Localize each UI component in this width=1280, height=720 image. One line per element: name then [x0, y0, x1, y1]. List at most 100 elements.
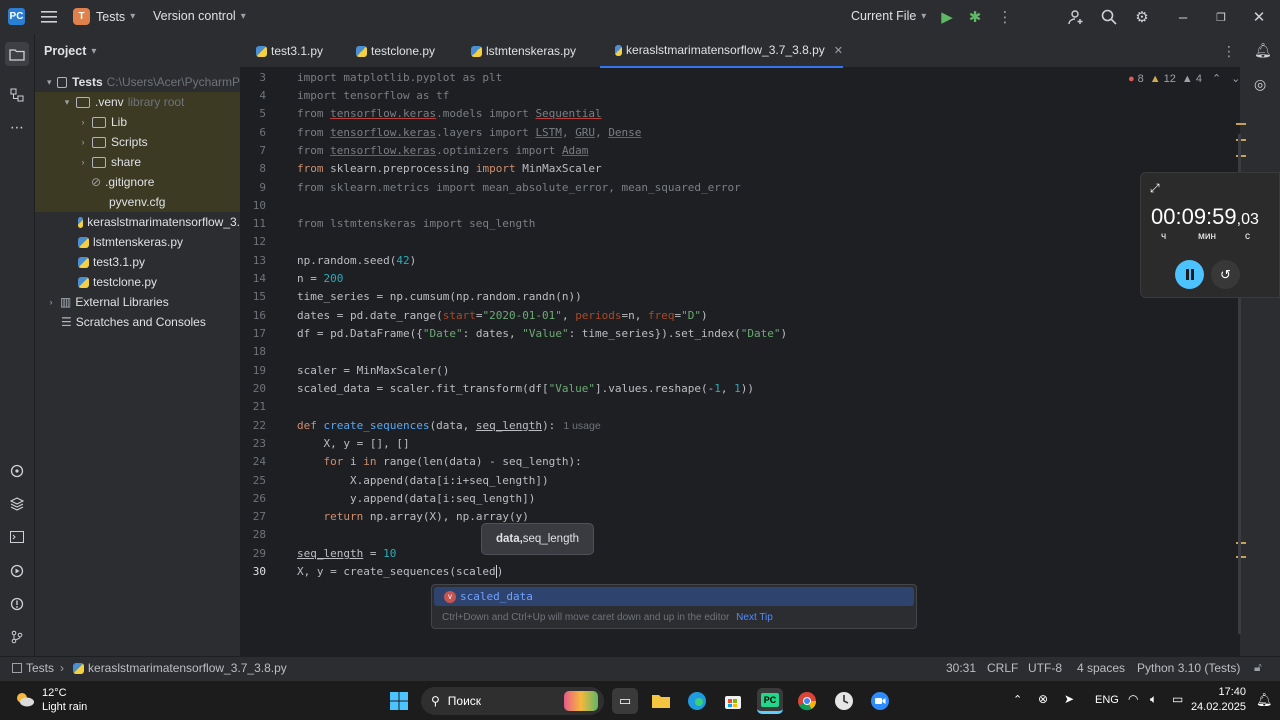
minimize-icon[interactable]: –	[1174, 8, 1192, 26]
error-count: 8	[1137, 72, 1144, 85]
project-switcher[interactable]: T Tests ▾	[73, 8, 135, 25]
ai-assistant-icon[interactable]: ◎	[1254, 76, 1266, 93]
tree-item-file[interactable]: testclone.py	[35, 272, 240, 292]
completion-item[interactable]: v scaled_data	[434, 587, 914, 606]
code-line: return np.array(X), np.array(y)	[323, 510, 529, 523]
run-config-selector[interactable]: Current File ▾	[851, 9, 926, 23]
previous-highlight-icon[interactable]: ⌃	[1212, 72, 1221, 85]
tree-item-lib[interactable]: › Lib	[35, 112, 240, 132]
indent-setting[interactable]: 4 spaces	[1077, 661, 1125, 675]
project-folder-icon[interactable]	[5, 42, 29, 66]
warning-marker[interactable]	[1236, 123, 1246, 125]
line-number: 14	[252, 272, 266, 285]
tree-item-root[interactable]: ▾ Tests C:\Users\Acer\PycharmP	[35, 72, 240, 92]
clock-app-icon[interactable]	[831, 688, 857, 714]
breadcrumb-root[interactable]: Tests	[26, 661, 54, 675]
tab-test3-1[interactable]: test3.1.py	[253, 34, 323, 68]
file-encoding[interactable]: UTF-8	[1028, 661, 1062, 675]
close-tab-icon[interactable]: ✕	[834, 44, 843, 57]
structure-icon[interactable]	[8, 86, 26, 104]
line-number: 13	[252, 254, 266, 267]
notification-bell-icon[interactable]: 🔔︎	[1256, 692, 1273, 708]
restore-icon[interactable]: ❐	[1212, 8, 1230, 26]
tree-item-gitignore[interactable]: ⊘ .gitignore	[35, 172, 240, 192]
ms-store-icon[interactable]	[720, 688, 746, 714]
caret-position[interactable]: 30:31	[946, 661, 976, 675]
lock-icon[interactable]: 🔓︎	[1254, 660, 1262, 675]
network-off-icon[interactable]: ⊗	[1038, 692, 1048, 706]
chevron-right-icon: ›	[60, 661, 65, 675]
code-with-me-icon[interactable]	[1067, 8, 1085, 26]
wifi-icon[interactable]: ◠	[1128, 692, 1138, 706]
taskbar-search[interactable]: ⚲ Поиск	[421, 687, 604, 715]
clock-date[interactable]: 24.02.2025	[1186, 701, 1246, 713]
python-console-icon[interactable]	[8, 462, 26, 480]
start-button[interactable]	[386, 688, 412, 714]
line-separator[interactable]: CRLF	[987, 661, 1018, 675]
python-packages-icon[interactable]	[8, 495, 26, 513]
next-tip-link[interactable]: Next Tip	[736, 612, 773, 623]
tree-item-external-libraries[interactable]: › ▥ External Libraries	[35, 292, 240, 312]
python-file-icon	[78, 236, 89, 248]
expand-icon[interactable]: ⤢	[1150, 181, 1160, 196]
show-hidden-icons-icon[interactable]: ⌃	[1013, 693, 1022, 706]
tab-testclone[interactable]: testclone.py	[353, 34, 435, 68]
tree-item-path: C:\Users\Acer\PycharmP	[106, 75, 240, 89]
run-icon[interactable]: ▶	[938, 8, 956, 26]
pause-button[interactable]	[1175, 260, 1204, 289]
debug-icon[interactable]: ✱	[966, 8, 984, 26]
error-icon: ●	[1128, 72, 1135, 85]
send-icon[interactable]: ➤	[1064, 692, 1074, 706]
problems-icon[interactable]	[8, 595, 26, 613]
code-line: X, y = create_sequences(scaled)	[297, 565, 504, 578]
file-explorer-icon[interactable]	[648, 688, 674, 714]
breadcrumb-file[interactable]: keraslstmarimatensorflow_3.7_3.8.py	[88, 661, 287, 675]
notifications-icon[interactable]: 🔔︎	[1254, 42, 1272, 59]
tab-lstmtenskeras[interactable]: lstmtenskeras.py	[468, 34, 576, 68]
code-line: seq_length = 10	[297, 547, 397, 560]
main-menu-icon[interactable]	[40, 8, 58, 26]
tree-item-file[interactable]: test3.1.py	[35, 252, 240, 272]
reset-button[interactable]: ↺	[1211, 260, 1240, 289]
project-panel-header[interactable]: Project ▾	[44, 44, 96, 58]
tree-item-scratches[interactable]: ☰ Scratches and Consoles	[35, 312, 240, 332]
battery-icon[interactable]: ▭	[1172, 692, 1183, 706]
next-highlight-icon[interactable]: ⌄	[1231, 72, 1240, 85]
variable-icon: v	[444, 590, 456, 603]
volume-icon[interactable]: 🔈︎	[1150, 692, 1157, 707]
tree-item-pyvenv[interactable]: pyvenv.cfg	[35, 192, 240, 212]
more-tools-icon[interactable]: ⋯	[8, 118, 26, 136]
input-language[interactable]: ENG	[1095, 694, 1119, 706]
line-number: 19	[252, 364, 266, 377]
tree-item-scripts[interactable]: › Scripts	[35, 132, 240, 152]
clock-time[interactable]: 17:40	[1196, 686, 1246, 698]
services-icon[interactable]	[8, 562, 26, 580]
tree-item-file[interactable]: lstmtenskeras.py	[35, 232, 240, 252]
tree-item-share[interactable]: › share	[35, 152, 240, 172]
terminal-icon[interactable]	[8, 528, 26, 546]
tree-item-venv[interactable]: ▾ .venv library root	[35, 92, 240, 112]
inspection-widget[interactable]: ● 8 ▲ 12 ▲ 4 ⌃ ⌄	[1128, 72, 1240, 86]
more-actions-icon[interactable]: ⋮	[996, 8, 1014, 26]
vcs-widget[interactable]: Version control ▾	[153, 9, 246, 23]
usage-hint[interactable]: 1 usage	[563, 420, 600, 432]
code-editor[interactable]: ● 8 ▲ 12 ▲ 4 ⌃ ⌄ 3 4 5 6 7 8 9 10 11 12 13 14 15 16 17 18 1…	[240, 68, 1240, 656]
chrome-icon[interactable]	[794, 688, 820, 714]
close-window-icon[interactable]: ✕	[1250, 8, 1268, 26]
search-icon[interactable]	[1100, 8, 1118, 26]
code-line: def create_sequences(data, seq_length): 1…	[297, 419, 601, 432]
edge-browser-icon[interactable]	[684, 688, 710, 714]
settings-gear-icon[interactable]: ⚙	[1133, 8, 1151, 26]
version-control-icon[interactable]	[8, 628, 26, 646]
task-view-icon[interactable]: ▭	[612, 688, 638, 714]
tree-item-file[interactable]: keraslstmarimatensorflow_3.	[35, 212, 240, 232]
weather-desc[interactable]: Light rain	[42, 701, 87, 713]
tab-keraslstmarima[interactable]: keraslstmarimatensorflow_3.7_3.8.py ✕	[600, 34, 843, 68]
pycharm-taskbar-icon[interactable]: PC	[757, 688, 783, 714]
weather-temp[interactable]: 12°C	[42, 687, 67, 699]
tab-options-icon[interactable]: ⋮	[1222, 43, 1236, 60]
python-interpreter[interactable]: Python 3.10 (Tests)	[1137, 661, 1240, 675]
zoom-app-icon[interactable]	[867, 688, 893, 714]
project-tool-window: Project ▾ ▾ Tests C:\Users\Acer\PycharmP…	[35, 34, 240, 656]
weather-icon[interactable]	[14, 689, 36, 711]
